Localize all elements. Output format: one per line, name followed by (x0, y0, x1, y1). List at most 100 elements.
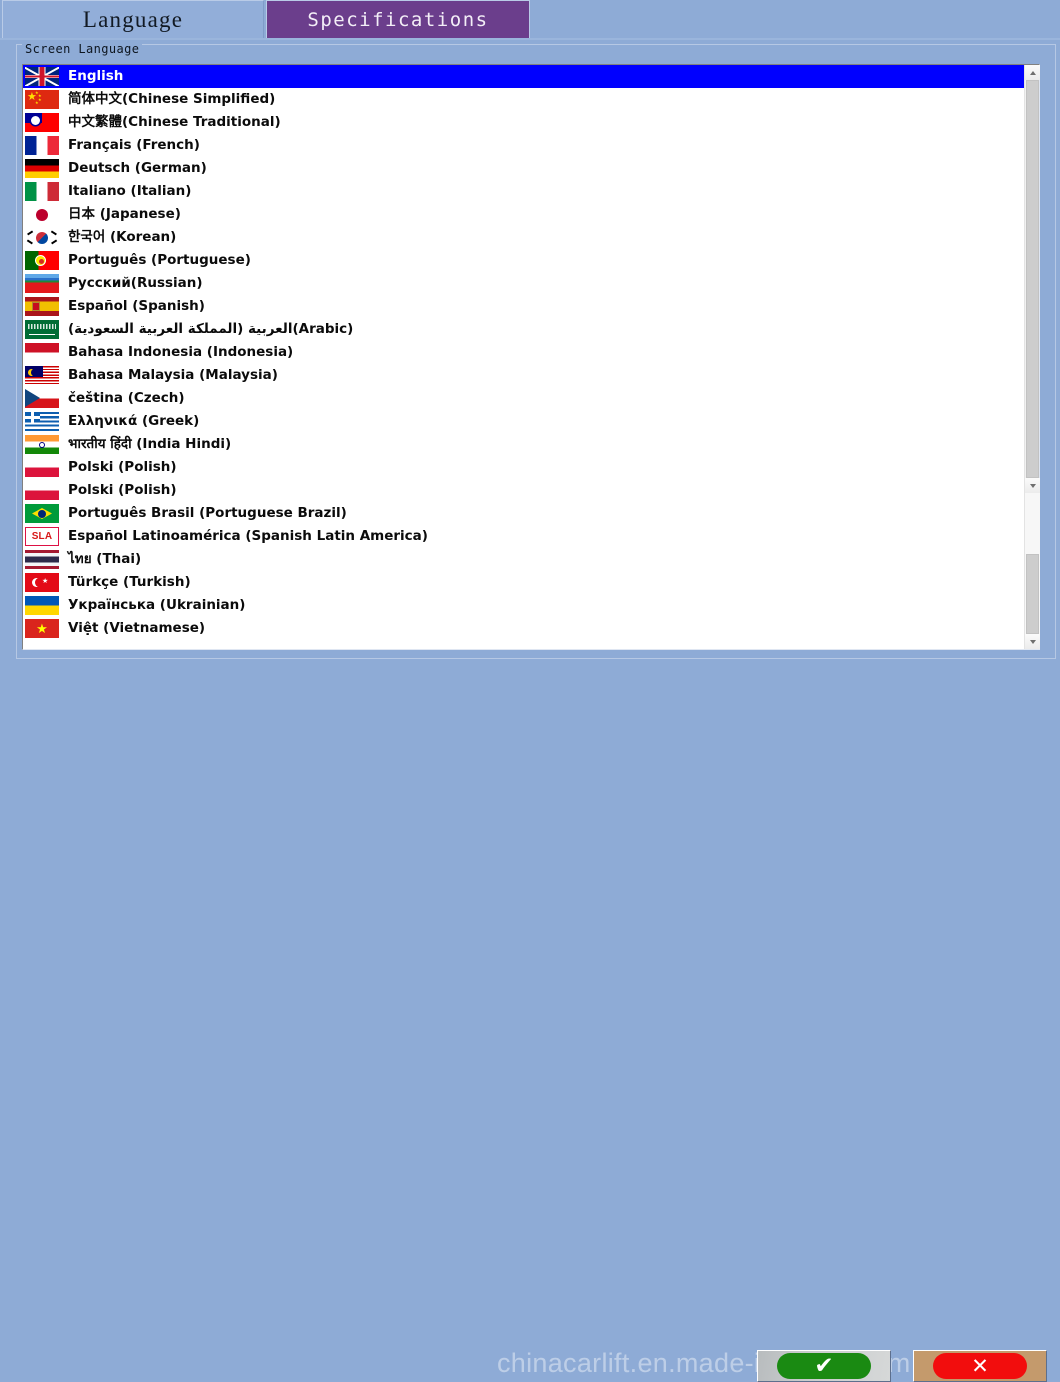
language-list-item[interactable]: SLA Español Latinoamérica (Spanish Latin … (23, 525, 1024, 548)
language-list-item-label: Português (Portuguese) (68, 252, 251, 268)
scrollbar-mid-down-button[interactable] (1025, 478, 1040, 493)
china-flag-icon: ★ ★ ★ ★ ★ (25, 90, 59, 109)
language-list-item-label: Polski (Polish) (68, 482, 177, 498)
language-list-item[interactable]: Bahasa Malaysia (Malaysia) (23, 364, 1024, 387)
language-list-item[interactable]: ★ Việt (Vietnamese) (23, 617, 1024, 640)
language-list-item[interactable]: Italiano (Italian) (23, 180, 1024, 203)
thailand-flag-icon (25, 550, 59, 569)
language-list: English ★ ★ ★ ★ ★ 简体中文(Chinese Simplified) 中文繁體… (23, 65, 1024, 640)
language-list-item[interactable]: ไทย (Thai) (23, 548, 1024, 571)
language-list-item-label: भारतीय हिंदी (India Hindi) (68, 436, 232, 452)
language-list-item-label: Türkçe (Turkish) (68, 574, 191, 590)
groupbox-legend: Screen Language (22, 42, 143, 56)
language-list-item-label: Українська (Ukrainian) (68, 597, 246, 613)
tab-bar-underline (0, 38, 1060, 40)
chevron-down-icon (1029, 639, 1036, 644)
language-list-item[interactable]: भारतीय हिंदी (India Hindi) (23, 433, 1024, 456)
tab-language[interactable]: Language (2, 0, 264, 38)
chevron-down-icon (1029, 483, 1036, 488)
poland-flag-icon (25, 458, 59, 477)
greece-flag-icon (25, 412, 59, 431)
language-listview[interactable]: English ★ ★ ★ ★ ★ 简体中文(Chinese Simplified) 中文繁體… (23, 65, 1024, 649)
language-list-item[interactable]: العربية (المملكة العربية السعودية)(Arabi… (23, 318, 1024, 341)
italy-flag-icon (25, 182, 59, 201)
language-list-item-label: العربية (المملكة العربية السعودية)(Arabi… (68, 321, 354, 337)
language-list-item-label: 한국어 (Korean) (68, 229, 177, 245)
brazil-flag-icon (25, 504, 59, 523)
language-list-item[interactable]: ★ ★ ★ ★ ★ 简体中文(Chinese Simplified) (23, 88, 1024, 111)
tab-specifications-label: Specifications (307, 8, 489, 31)
tab-bar-filler (530, 0, 1060, 38)
taiwan-flag-icon (25, 113, 59, 132)
language-list-item[interactable]: Ελληνικά (Greek) (23, 410, 1024, 433)
groupbox-border-right-segment (128, 44, 1056, 45)
japan-flag-icon (25, 205, 59, 224)
cancel-button-pill: ✕ (933, 1353, 1027, 1379)
germany-flag-icon (25, 159, 59, 178)
sla-badge-icon: SLA (25, 527, 59, 546)
scrollbar-thumb[interactable] (1026, 80, 1039, 478)
language-list-item-label: 简体中文(Chinese Simplified) (68, 91, 276, 107)
language-list-item[interactable]: Português (Portuguese) (23, 249, 1024, 272)
ukraine-flag-icon (25, 596, 59, 615)
scrollbar-down-button[interactable] (1025, 634, 1040, 649)
chevron-up-icon (1029, 70, 1036, 75)
vietnam-flag-icon: ★ (25, 619, 59, 638)
cancel-button[interactable]: ✕ (913, 1350, 1047, 1382)
saudi-arabia-flag-icon (25, 320, 59, 339)
poland-flag-icon (25, 481, 59, 500)
confirm-button[interactable]: ✔ (757, 1350, 891, 1382)
footer-bar: chinacarlift.en.made-in-china.com ✔ ✕ (0, 659, 1060, 1382)
language-list-item-label: Deutsch (German) (68, 160, 207, 176)
france-flag-icon (25, 136, 59, 155)
language-list-item-label: Bahasa Malaysia (Malaysia) (68, 367, 278, 383)
language-list-item-label: Bahasa Indonesia (Indonesia) (68, 344, 294, 360)
spain-flag-icon (25, 297, 59, 316)
language-list-item[interactable]: Polski (Polish) (23, 479, 1024, 502)
language-list-item[interactable]: Bahasa Indonesia (Indonesia) (23, 341, 1024, 364)
russia-flag-icon (25, 274, 59, 293)
language-list-item-label: 中文繁體(Chinese Traditional) (68, 114, 281, 130)
language-list-item[interactable]: Deutsch (German) (23, 157, 1024, 180)
language-list-item[interactable]: čeština (Czech) (23, 387, 1024, 410)
language-list-item[interactable]: 日本 (Japanese) (23, 203, 1024, 226)
language-listbox[interactable]: English ★ ★ ★ ★ ★ 简体中文(Chinese Simplified) 中文繁體… (22, 64, 1040, 650)
language-list-item[interactable]: ★ Türkçe (Turkish) (23, 571, 1024, 594)
language-list-item-label: Italiano (Italian) (68, 183, 192, 199)
language-list-item[interactable]: Português Brasil (Portuguese Brazil) (23, 502, 1024, 525)
check-icon: ✔ (814, 1352, 834, 1379)
scrollbar-up-button[interactable] (1025, 65, 1040, 80)
language-list-item-label: Polski (Polish) (68, 459, 177, 475)
language-list-item-label: ไทย (Thai) (68, 551, 142, 567)
close-icon: ✕ (971, 1353, 989, 1378)
language-list-item[interactable]: Русский(Russian) (23, 272, 1024, 295)
turkey-flag-icon: ★ (25, 573, 59, 592)
indonesia-flag-icon (25, 343, 59, 362)
language-list-item-label: čeština (Czech) (68, 390, 185, 406)
language-list-item-label: Français (French) (68, 137, 200, 153)
india-flag-icon (25, 435, 59, 454)
language-list-item[interactable]: Français (French) (23, 134, 1024, 157)
language-list-item-label: 日本 (Japanese) (68, 206, 181, 222)
language-list-item-label: Việt (Vietnamese) (68, 620, 206, 636)
language-list-item[interactable]: 中文繁體(Chinese Traditional) (23, 111, 1024, 134)
language-list-item[interactable]: Español (Spanish) (23, 295, 1024, 318)
korea-flag-icon (25, 228, 59, 247)
language-list-item[interactable]: Polski (Polish) (23, 456, 1024, 479)
scrollbar-thumb-secondary[interactable] (1026, 554, 1039, 634)
language-list-item-label: English (68, 68, 124, 84)
tab-specifications[interactable]: Specifications (266, 0, 530, 38)
language-list-item-label: Português Brasil (Portuguese Brazil) (68, 505, 347, 521)
language-list-item[interactable]: 한국어 (Korean) (23, 226, 1024, 249)
language-list-item-label: Русский(Russian) (68, 275, 203, 291)
tab-bar: Language Specifications (0, 0, 1060, 40)
vertical-scrollbar[interactable] (1024, 65, 1040, 649)
language-list-item-label: Español Latinoamérica (Spanish Latin Ame… (68, 528, 428, 544)
language-list-item-label: Español (Spanish) (68, 298, 205, 314)
language-list-item[interactable]: Українська (Ukrainian) (23, 594, 1024, 617)
tab-language-label: Language (82, 6, 184, 32)
portugal-flag-icon (25, 251, 59, 270)
confirm-button-pill: ✔ (777, 1353, 871, 1379)
language-list-item[interactable]: English (23, 65, 1024, 88)
malaysia-flag-icon (25, 366, 59, 385)
